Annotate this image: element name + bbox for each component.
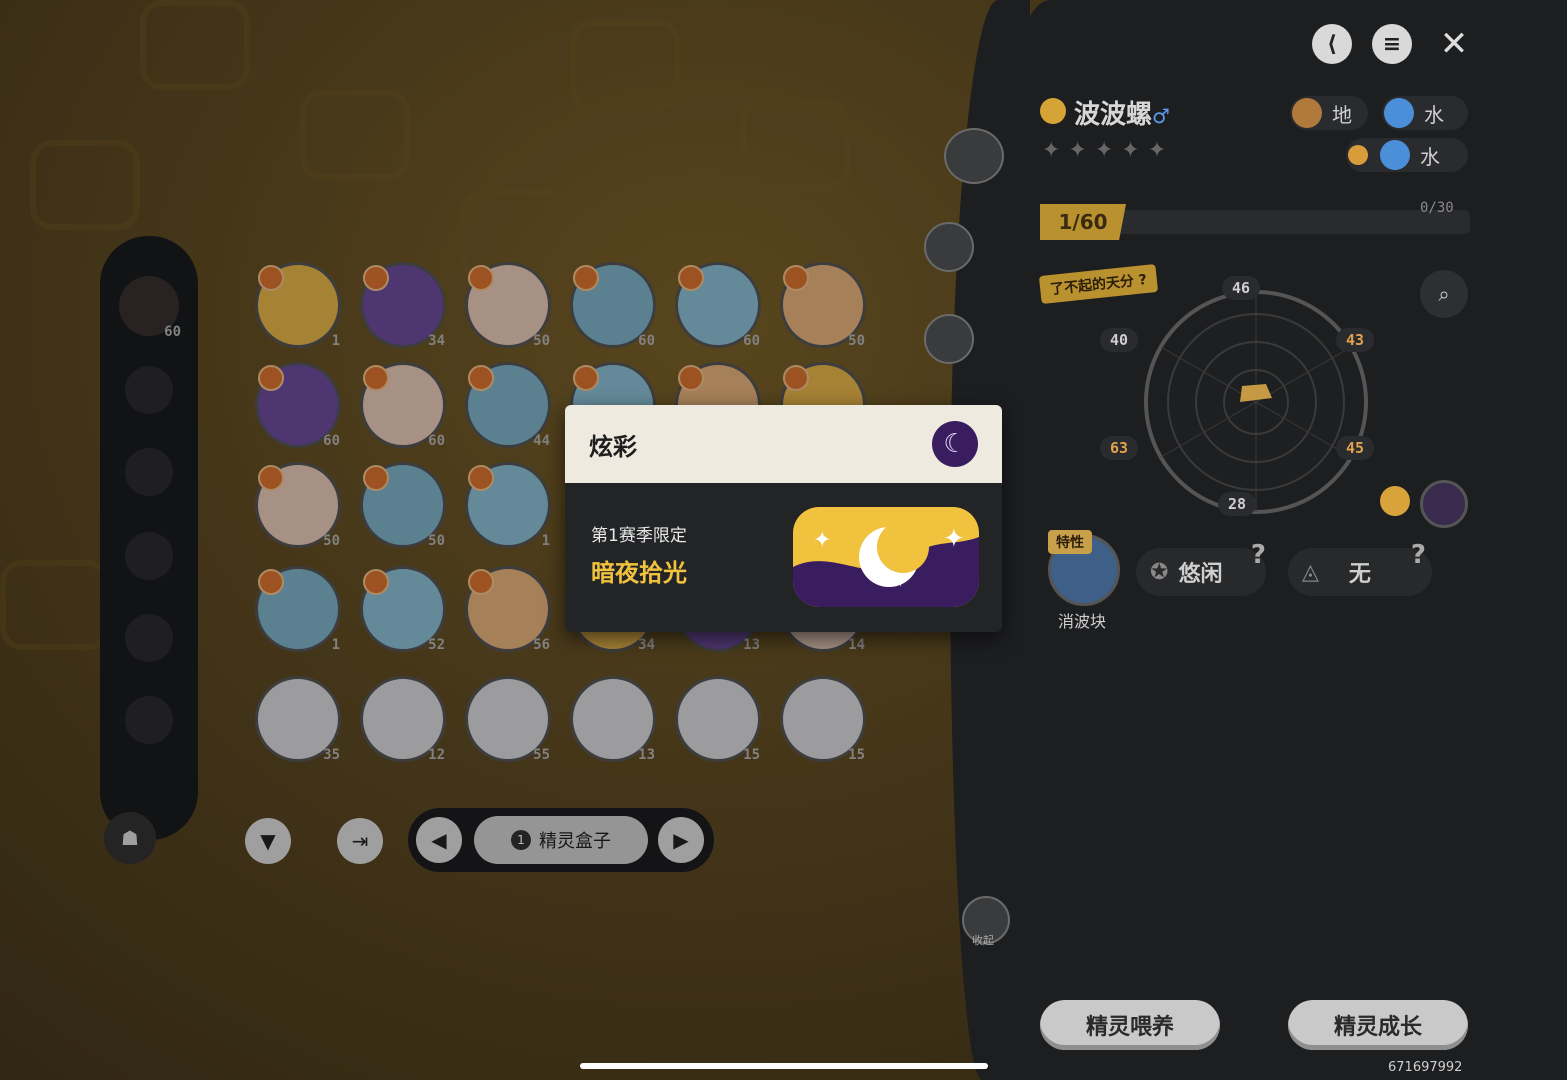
fruit-icon (1348, 145, 1368, 165)
experience-value: 0/30 (1420, 200, 1454, 216)
attribute-label: 水 (1420, 144, 1440, 169)
magnify-icon[interactable]: ⌕ (1420, 270, 1468, 318)
season-label: 第1赛季限定 (591, 526, 687, 546)
attribute-earth[interactable]: 地 (1290, 96, 1368, 130)
home-indicator[interactable] (580, 1063, 988, 1069)
nature-slot[interactable]: ✪ 悠闲 ? (1136, 540, 1266, 596)
attribute-water[interactable]: 水 (1382, 96, 1468, 130)
collapse-icon[interactable]: 收起 (962, 896, 1010, 947)
stat-magic-attack: 43 (1336, 328, 1375, 352)
stat-hp: 46 (1222, 276, 1261, 300)
nature-label: 悠闲 (1178, 562, 1223, 587)
pet-name: 波波螺♂ (1074, 94, 1170, 131)
emblem-sparkle: ✦ (893, 571, 908, 592)
share-icon[interactable]: ⟨ (1312, 24, 1352, 64)
feed-button[interactable]: 精灵喂养 (1040, 1000, 1220, 1050)
stat-attack: 40 (1100, 328, 1139, 352)
skin-emblem[interactable]: ✦ ✦ ✦ (793, 507, 979, 607)
nature-help-icon[interactable]: ? (1251, 540, 1266, 570)
grow-button[interactable]: 精灵成长 (1288, 1000, 1468, 1050)
potential-stars: ✦✦✦✦✦ (1042, 138, 1175, 163)
shiny-skin-popup: 炫彩 ☾ 第1赛季限定 暗夜拾光 ✦ ✦ ✦ (565, 405, 1002, 632)
trait-name: 消波块 (1058, 612, 1107, 631)
item-slot[interactable]: ◬ 无 ? (1288, 540, 1432, 596)
popup-title: 炫彩 (589, 432, 637, 461)
water-icon (1384, 98, 1414, 128)
item-help-icon[interactable]: ? (1411, 540, 1426, 570)
stat-radar (1144, 290, 1368, 514)
notes-icon[interactable] (924, 314, 974, 364)
popup-header: 炫彩 ☾ (565, 405, 1002, 483)
attribute-label: 水 (1424, 102, 1444, 127)
item-label: 无 (1348, 562, 1371, 587)
popup-body: 第1赛季限定 暗夜拾光 ✦ ✦ ✦ (565, 483, 1002, 632)
collapse-label: 收起 (972, 934, 994, 947)
item-icon: ◬ (1302, 559, 1319, 585)
emblem-moon-cut (877, 521, 929, 573)
attribute-label: 地 (1332, 102, 1352, 127)
close-icon[interactable]: ✕ (1434, 24, 1474, 64)
user-id: 671697992 (1388, 1060, 1463, 1075)
water-icon (1380, 140, 1410, 170)
list-icon[interactable]: ≡ (1372, 24, 1412, 64)
skin-name: 暗夜拾光 (591, 559, 687, 587)
emblem-sparkle: ✦ (943, 524, 965, 554)
moon-icon[interactable] (1420, 480, 1468, 528)
night-moon-icon: ✦ ✦ ✦ (793, 507, 979, 607)
moon-icon: ☾ (932, 421, 978, 467)
pet-name-text: 波波螺 (1074, 100, 1153, 130)
skill-icon[interactable] (924, 222, 974, 272)
pet-model-icon[interactable] (944, 128, 1004, 184)
stat-defense: 63 (1100, 436, 1139, 460)
gender-icon: ♂ (1152, 104, 1170, 128)
talent-text: 了不起的天分 (1049, 273, 1135, 299)
stat-magic-defense: 45 (1336, 436, 1375, 460)
star-rank-icon (1040, 98, 1066, 124)
trait-label: 特性 (1048, 530, 1092, 554)
emblem-sparkle: ✦ (813, 528, 831, 553)
earth-icon (1292, 98, 1322, 128)
level-indicator: 1/60 (1040, 204, 1126, 240)
skin-small-icon[interactable] (1380, 486, 1410, 516)
attribute-affinity[interactable]: 水 (1346, 138, 1468, 172)
stat-speed: 28 (1218, 492, 1257, 516)
nature-icon: ✪ (1150, 559, 1169, 585)
